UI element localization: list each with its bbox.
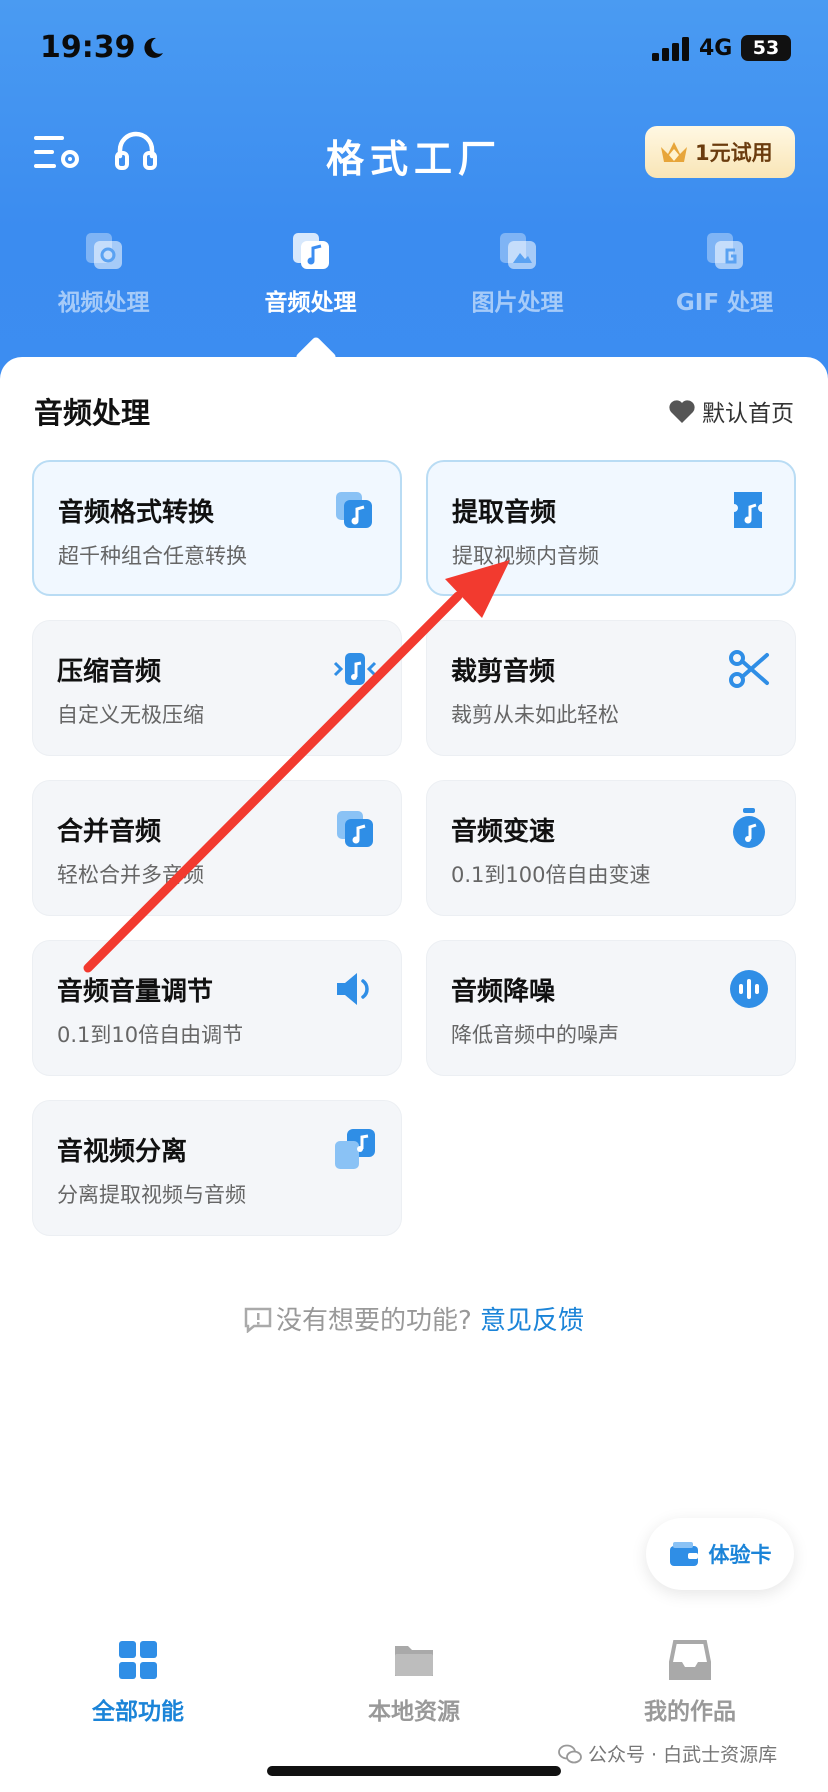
noise-reduction-icon [730,970,768,1008]
tab-video[interactable]: 视频处理 [0,225,207,325]
moon-icon [144,37,163,58]
card-audio-compress[interactable]: 压缩音频 自定义无极压缩 [32,620,402,756]
card-title: 音频变速 [451,817,556,847]
card-subtitle: 提取视频内音频 [452,544,599,568]
status-bar: 19:39 4G 53 [0,0,828,100]
gif-icon [706,233,743,269]
card-subtitle: 0.1到100倍自由变速 [451,863,651,887]
feedback-question: 没有想要的功能? [275,1306,472,1336]
grid-icon [119,1641,157,1679]
default-home-button[interactable]: 默认首页 [668,394,794,428]
battery-level: 53 [741,35,791,61]
card-audio-merge[interactable]: 合并音频 轻松合并多音频 [32,780,402,916]
card-subtitle: 降低音频中的噪声 [451,1023,619,1047]
card-subtitle: 分离提取视频与音频 [57,1183,246,1207]
stopwatch-icon [733,808,765,848]
default-home-label: 默认首页 [702,401,794,427]
card-subtitle: 0.1到10倍自由调节 [57,1023,244,1047]
card-title: 合并音频 [57,817,162,847]
signal-icon [652,37,689,61]
nav-all-features-label: 全部功能 [92,1699,184,1725]
card-subtitle: 轻松合并多音频 [57,863,204,887]
trial-button[interactable]: 1元试用 [645,126,795,178]
volume-icon [337,973,369,1005]
card-volume-adjust[interactable]: 音频音量调节 0.1到10倍自由调节 [32,940,402,1076]
tab-audio[interactable]: 音频处理 [207,225,414,325]
av-separate-icon [335,1129,375,1169]
nav-my-works[interactable]: 我的作品 [552,1628,828,1726]
card-subtitle: 自定义无极压缩 [57,703,204,727]
card-title: 音频格式转换 [58,498,215,528]
feedback-row: 没有想要的功能? 意见反馈 [0,1300,828,1337]
card-audio-extract[interactable]: 提取音频 提取视频内音频 [426,460,796,596]
crown-icon [661,142,687,162]
nav-my-works-label: 我的作品 [644,1699,736,1725]
tab-image[interactable]: 图片处理 [414,225,621,325]
category-tabs: 视频处理 音频处理 图片处理 GIF 处理 [0,225,828,325]
card-title: 压缩音频 [57,657,162,687]
wallet-icon [669,1542,698,1566]
audio-compress-icon [333,653,377,685]
watermark-text: 公众号 · 白武士资源库 [588,1744,778,1766]
card-subtitle: 超千种组合任意转换 [58,544,247,568]
watermark: 公众号 · 白武士资源库 [558,1740,777,1767]
inbox-icon [669,1640,711,1680]
experience-card-button[interactable]: 体验卡 [646,1518,794,1590]
tab-gif-label: GIF 处理 [675,290,774,316]
feedback-icon [244,1307,272,1334]
audio-convert-icon [336,492,372,528]
tab-video-label: 视频处理 [57,290,150,316]
trial-button-label: 1元试用 [695,141,773,165]
audio-icon [292,233,329,269]
nav-all-features[interactable]: 全部功能 [0,1628,276,1726]
card-noise-reduction[interactable]: 音频降噪 降低音频中的噪声 [426,940,796,1076]
audio-merge-icon [337,811,373,847]
image-icon [499,233,536,269]
nav-local-resources[interactable]: 本地资源 [276,1628,552,1726]
folder-icon [395,1646,433,1676]
heart-icon [669,400,695,423]
tab-image-label: 图片处理 [471,290,564,316]
card-av-separate[interactable]: 音视频分离 分离提取视频与音频 [32,1100,402,1236]
video-icon [85,233,122,269]
feedback-link[interactable]: 意见反馈 [480,1306,584,1336]
status-time: 19:39 [40,30,136,65]
card-title: 裁剪音频 [451,657,556,687]
card-subtitle: 裁剪从未如此轻松 [451,703,619,727]
nav-local-resources-label: 本地资源 [368,1699,460,1725]
audio-extract-icon [734,492,762,528]
wechat-icon [558,1744,582,1763]
card-title: 音视频分离 [57,1137,188,1167]
tab-gif[interactable]: GIF 处理 [621,225,828,325]
card-audio-speed[interactable]: 音频变速 0.1到100倍自由变速 [426,780,796,916]
network-type: 4G [699,36,733,61]
card-title: 音频音量调节 [57,977,214,1007]
experience-card-label: 体验卡 [708,1543,772,1567]
home-indicator [267,1766,561,1776]
card-title: 提取音频 [452,498,557,528]
section-title: 音频处理 [34,396,151,430]
scissors-icon [729,650,769,688]
card-audio-convert[interactable]: 音频格式转换 超千种组合任意转换 [32,460,402,596]
tab-audio-label: 音频处理 [264,290,357,316]
card-audio-cut[interactable]: 裁剪音频 裁剪从未如此轻松 [426,620,796,756]
card-title: 音频降噪 [451,977,556,1007]
top-bar: 格式工厂 1元试用 [0,110,828,190]
bottom-nav: 全部功能 本地资源 我的作品 [0,1628,828,1738]
